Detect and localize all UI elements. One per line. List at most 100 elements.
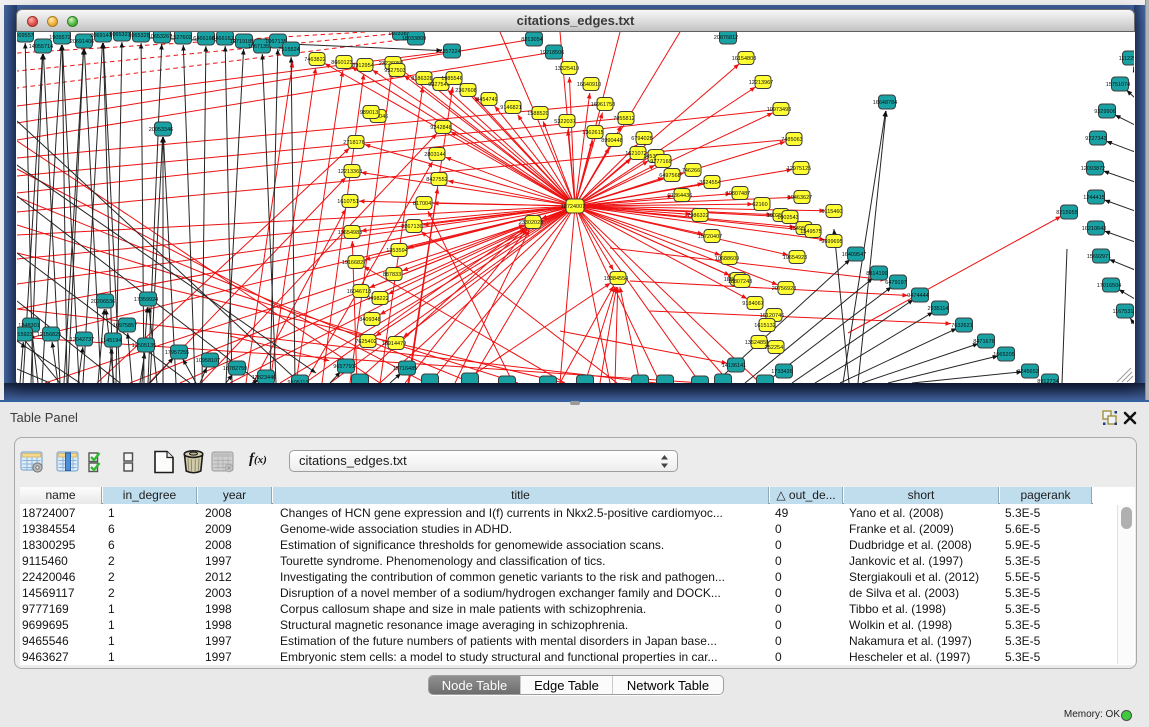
svg-text:16409547: 16409547 [842,252,866,258]
svg-text:19218506: 19218506 [540,50,564,56]
svg-text:10653267: 10653267 [148,34,172,40]
svg-text:15692971: 15692971 [1087,254,1111,260]
svg-text:9105113: 9105113 [287,380,308,383]
svg-text:15720407: 15720407 [698,234,722,240]
svg-text:9327503: 9327503 [384,68,405,74]
svg-text:8990448: 8990448 [601,138,622,144]
svg-text:9657791: 9657791 [333,364,354,370]
svg-text:10688609: 10688609 [715,256,739,262]
svg-text:9699695: 9699695 [821,239,842,245]
svg-text:12093872: 12093872 [1081,166,1105,172]
svg-text:989013: 989013 [360,110,378,116]
svg-text:14055714: 14055714 [29,44,53,50]
svg-text:2367608: 2367608 [455,88,476,94]
svg-text:8912954: 8912954 [352,63,373,69]
svg-text:1353594: 1353594 [386,248,407,254]
svg-text:9777169: 9777169 [650,159,671,165]
svg-text:6794028: 6794028 [631,136,652,142]
svg-text:14136141: 14136141 [722,363,746,369]
svg-text:8215955: 8215955 [1056,210,1077,216]
svg-text:20756928: 20756928 [772,286,796,292]
svg-text:16961758: 16961758 [591,102,615,108]
svg-text:16210643: 16210643 [1082,226,1106,232]
svg-text:1905572: 1905572 [49,35,70,41]
svg-text:17359924: 17359924 [134,297,158,303]
svg-text:1527602: 1527602 [170,35,191,41]
svg-text:1244415: 1244415 [1083,195,1104,201]
svg-text:1065326: 1065326 [128,33,149,39]
svg-text:19463627: 19463627 [788,195,812,201]
svg-text:20053346: 20053346 [149,127,173,133]
svg-text:17957255: 17957255 [165,350,189,356]
svg-text:7357224: 7357224 [439,49,460,55]
svg-text:8427552: 8427552 [426,177,447,183]
svg-text:887833: 887833 [383,272,401,278]
svg-text:3624554: 3624554 [699,180,720,186]
svg-text:9242848: 9242848 [430,125,451,131]
svg-text:9329906: 9329906 [1094,109,1115,115]
svg-text:9146821: 9146821 [500,105,521,111]
svg-text:9115460: 9115460 [821,209,842,215]
svg-text:1615132: 1615132 [754,323,775,329]
svg-text:9227343: 9227343 [1085,136,1106,142]
svg-text:21364436: 21364436 [668,193,692,199]
svg-text:15716485: 15716485 [393,366,417,372]
svg-text:3915923: 3915923 [17,332,33,338]
svg-text:7515524: 7515524 [278,47,299,53]
svg-text:8912734: 8912734 [1037,379,1058,383]
svg-text:1002543: 1002543 [777,215,798,221]
svg-text:2935114: 2935114 [927,306,948,312]
svg-text:2718176: 2718176 [343,140,364,146]
svg-text:7463822: 7463822 [304,57,325,63]
svg-text:8660123: 8660123 [331,60,352,66]
svg-text:10973493: 10973493 [767,107,791,113]
svg-text:9184067: 9184067 [742,301,763,307]
svg-text:16046718: 16046718 [347,289,371,295]
svg-text:20691406: 20691406 [70,39,94,45]
svg-text:2803144: 2803144 [424,152,445,158]
svg-text:12156829: 12156829 [37,332,61,338]
svg-text:19654983: 19654983 [338,230,362,236]
svg-text:15751074: 15751074 [1106,82,1130,88]
svg-text:1733426: 1733426 [771,369,792,375]
svg-text:8454749: 8454749 [476,97,497,103]
svg-text:1362615: 1362615 [582,130,603,136]
svg-text:6497568: 6497568 [659,173,680,179]
svg-text:1549575: 1549575 [800,229,821,235]
svg-text:2009557: 2009557 [17,33,34,39]
svg-text:18807243: 18807243 [728,279,752,285]
svg-text:13325419: 13325419 [555,66,579,72]
svg-text:1610751: 1610751 [337,199,358,205]
svg-text:12505135: 12505135 [132,343,156,349]
svg-text:7986322: 7986322 [687,213,708,219]
svg-text:17016504: 17016504 [1097,283,1121,289]
svg-text:9498222: 9498222 [367,296,388,302]
svg-text:19654923: 19654923 [783,255,807,261]
svg-text:7632621: 7632621 [951,323,972,329]
svg-text:1985546: 1985546 [441,76,462,82]
svg-text:12975125: 12975125 [787,166,811,172]
svg-text:1167531: 1167531 [1112,309,1133,315]
svg-text:18724007: 18724007 [561,204,585,210]
svg-text:9474444: 9474444 [907,293,928,299]
svg-text:8471676: 8471676 [973,339,994,345]
svg-text:7485063: 7485063 [781,137,802,143]
svg-text:19384554: 19384554 [604,276,628,282]
svg-text:1588520: 1588520 [527,111,548,117]
svg-text:10807487: 10807487 [726,191,750,197]
svg-text:19166827: 19166827 [342,260,366,266]
svg-text:7955812: 7955812 [613,116,634,122]
svg-text:16782759: 16782759 [223,366,247,372]
svg-text:10958107: 10958107 [196,358,220,364]
svg-text:1112257: 1112257 [1119,56,1134,62]
svg-text:8814199: 8814199 [866,271,887,277]
svg-text:252254: 252254 [765,345,783,351]
svg-text:16648784: 16648784 [873,100,897,106]
svg-text:16640910: 16640910 [577,82,601,88]
svg-text:746266: 746266 [682,168,700,174]
svg-text:16914479: 16914479 [382,341,406,347]
svg-text:12042737: 12042737 [70,337,94,343]
svg-text:20876812: 20876812 [714,35,738,41]
svg-text:9245652: 9245652 [1017,369,1038,375]
svg-text:7625402: 7625402 [355,339,376,345]
